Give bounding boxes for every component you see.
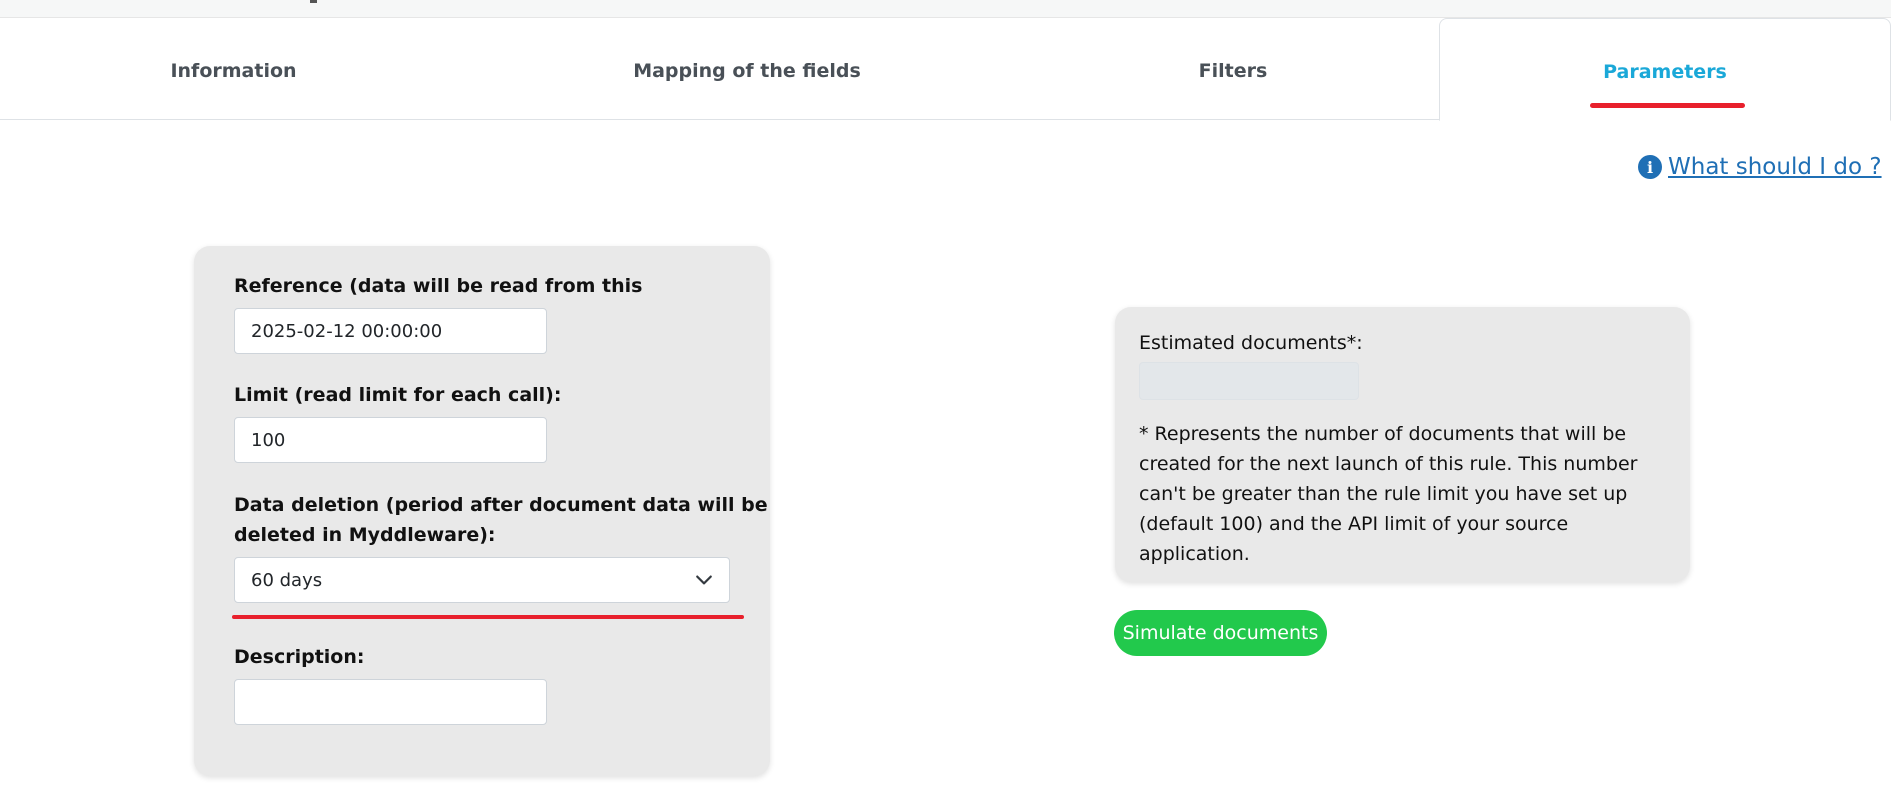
help-link-label: What should I do ? [1668,154,1882,180]
active-tab-indicator [1590,103,1745,108]
simulate-documents-button[interactable]: Simulate documents [1114,610,1327,656]
header-fragment [310,0,317,3]
description-label: Description: [234,646,365,668]
deletion-label-line1: Data deletion (period after document dat… [234,494,768,516]
deletion-label-line2: deleted in Myddleware): [234,524,496,546]
tab-filters[interactable]: Filters [1027,18,1439,120]
deletion-underline [232,615,744,619]
tab-mapping-fields[interactable]: Mapping of the fields [467,18,1027,120]
chevron-down-icon [696,575,712,585]
estimate-field [1139,362,1359,400]
tab-label: Mapping of the fields [633,60,861,82]
help-link[interactable]: i What should I do ? [1638,154,1882,180]
info-icon: i [1638,155,1662,179]
estimate-card: Estimated documents*: * Represents the n… [1115,307,1690,582]
deletion-selected-value: 60 days [251,569,323,591]
deletion-select[interactable]: 60 days [234,557,730,603]
description-input[interactable] [234,679,547,725]
tab-label: Information [170,60,297,82]
limit-input[interactable]: 100 [234,417,547,463]
deletion-label: Data deletion (period after document dat… [234,490,768,550]
parameters-card: Reference (data will be read from this p… [194,246,770,776]
top-header-strip [0,0,1891,18]
reference-input[interactable]: 2025-02-12 00:00:00 [234,308,547,354]
tab-label: Parameters [1603,60,1727,83]
estimate-label: Estimated documents*: [1139,332,1363,354]
tab-information[interactable]: Information [0,18,467,120]
tab-label: Filters [1198,60,1268,82]
limit-label: Limit (read limit for each call): [234,384,562,406]
estimate-note: * Represents the number of documents tha… [1139,423,1638,565]
